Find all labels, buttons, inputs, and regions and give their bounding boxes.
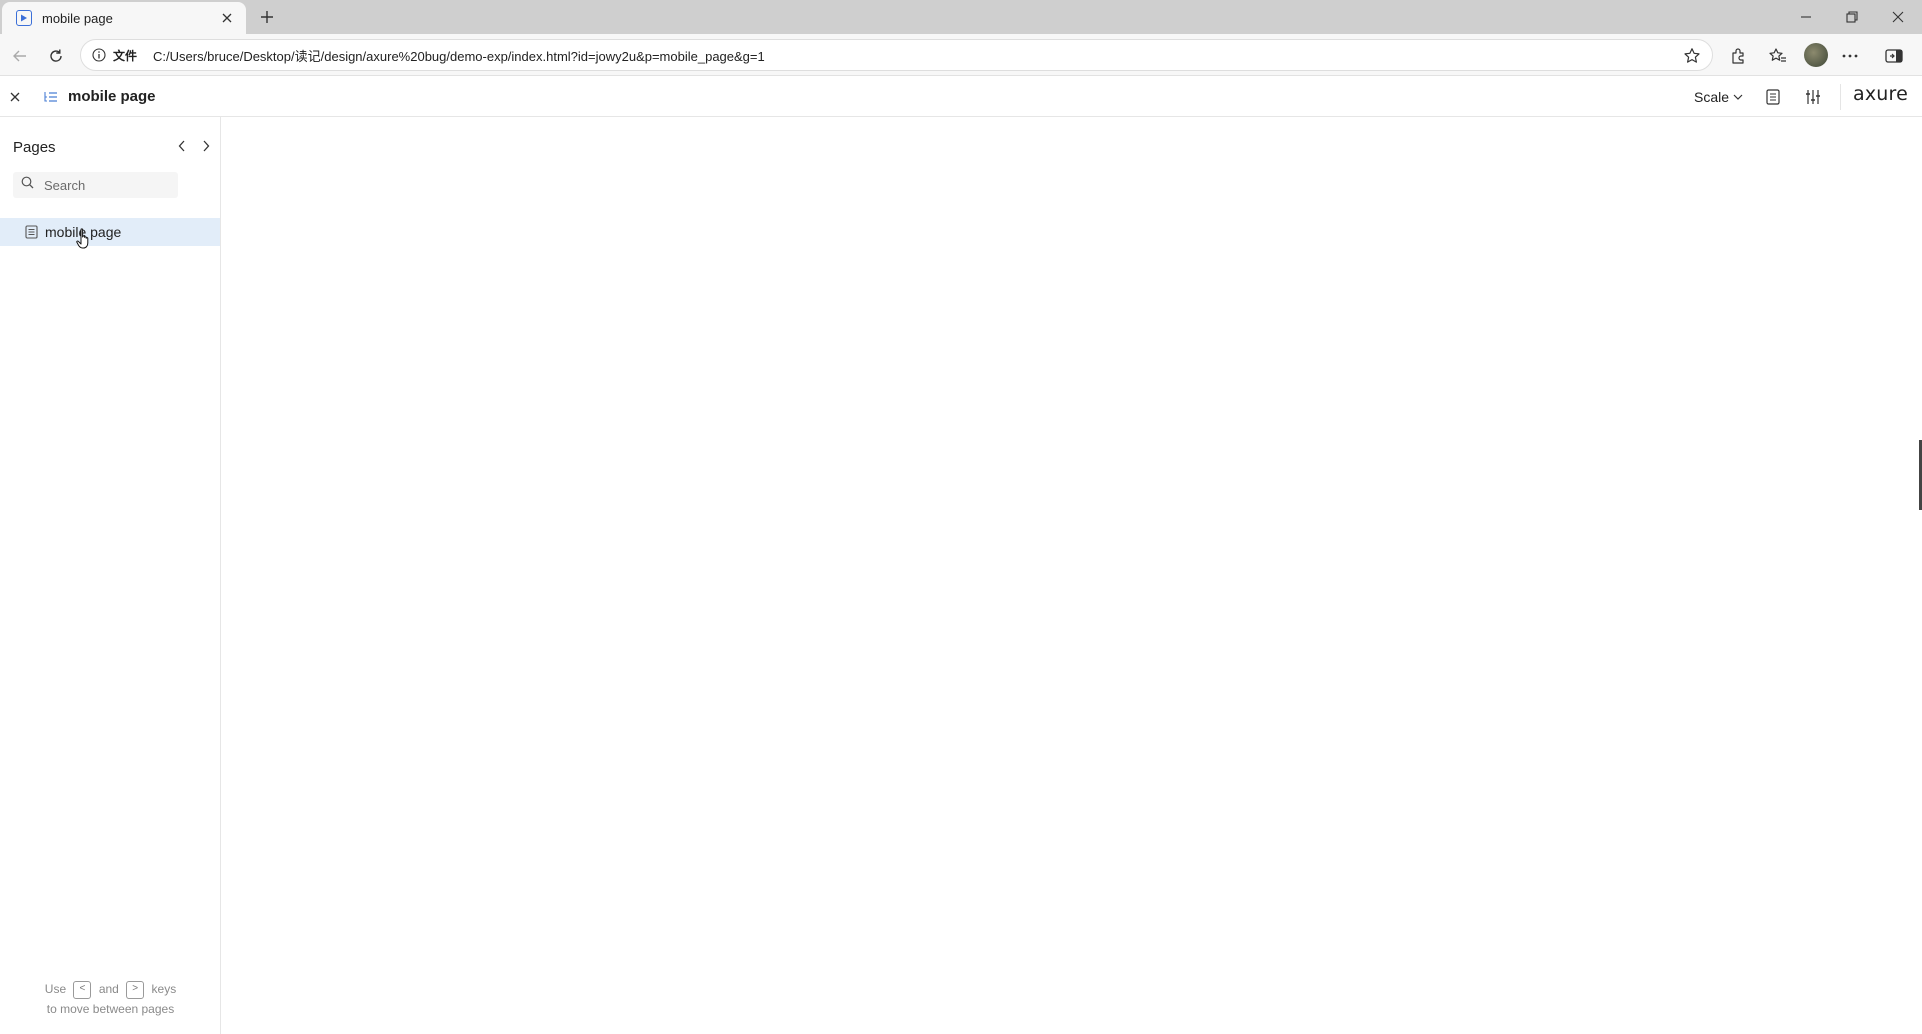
back-button[interactable] <box>6 42 34 70</box>
settings-sliders-icon[interactable] <box>1803 87 1823 107</box>
hint-use: Use <box>44 982 67 996</box>
header-divider <box>1840 84 1841 110</box>
sidebar-toggle-button[interactable] <box>1880 42 1908 70</box>
close-icon[interactable] <box>218 9 236 27</box>
hint-and: and <box>98 982 119 996</box>
restore-button[interactable] <box>1829 4 1875 30</box>
close-window-button[interactable] <box>1875 4 1921 30</box>
minimize-button[interactable] <box>1783 4 1829 30</box>
browser-tabstrip: mobile page <box>0 0 1922 34</box>
hint-keys: keys <box>151 982 177 996</box>
more-options-button[interactable] <box>1836 42 1864 70</box>
search-icon <box>21 176 34 194</box>
play-icon <box>16 10 32 26</box>
chevron-right-icon[interactable] <box>197 137 215 155</box>
player-header: mobile page Scale axure <box>0 76 1922 117</box>
reload-button[interactable] <box>42 42 70 70</box>
favorites-button[interactable] <box>1764 42 1792 70</box>
security-label: 文件 <box>113 48 138 63</box>
favorite-star-icon[interactable] <box>1682 46 1702 66</box>
info-icon[interactable] <box>91 47 107 63</box>
close-icon[interactable] <box>6 88 24 106</box>
scale-dropdown[interactable]: Scale <box>1694 87 1743 107</box>
page-list-item[interactable]: mobile page <box>0 218 220 246</box>
url-text[interactable]: C:/Users/bruce/Desktop/读记/design/axure%2… <box>153 46 765 65</box>
extensions-button[interactable] <box>1724 42 1752 70</box>
browser-tab[interactable]: mobile page <box>2 2 246 34</box>
chevron-down-icon <box>1733 94 1743 100</box>
sidebar-title: Pages <box>13 139 56 156</box>
scale-label: Scale <box>1694 89 1730 105</box>
search-box[interactable] <box>13 172 178 198</box>
axure-logo: axure <box>1853 83 1909 105</box>
address-bar[interactable]: 文件 C:/Users/bruce/Desktop/读记/design/axur… <box>80 39 1713 71</box>
page-title: mobile page <box>68 88 156 105</box>
new-tab-button[interactable] <box>256 6 278 28</box>
next-key-badge: > <box>126 980 145 999</box>
navigation-hint: Use < and > keys to move between pages <box>0 979 221 1019</box>
chevron-left-icon[interactable] <box>173 137 191 155</box>
page-list-icon[interactable] <box>43 89 59 105</box>
tab-title: mobile page <box>42 10 113 26</box>
notes-icon[interactable] <box>1763 87 1783 107</box>
page-icon <box>24 225 38 239</box>
pages-sidebar: Pages mobile page Use < and > keys to mo… <box>0 117 221 1034</box>
browser-toolbar: 文件 C:/Users/bruce/Desktop/读记/design/axur… <box>0 34 1922 76</box>
page-item-label: mobile page <box>45 224 122 240</box>
search-input[interactable] <box>44 177 164 193</box>
profile-avatar[interactable] <box>1804 43 1828 67</box>
hint-line2: to move between pages <box>46 1002 175 1016</box>
prototype-canvas <box>221 117 1919 1034</box>
prev-key-badge: < <box>73 980 92 999</box>
